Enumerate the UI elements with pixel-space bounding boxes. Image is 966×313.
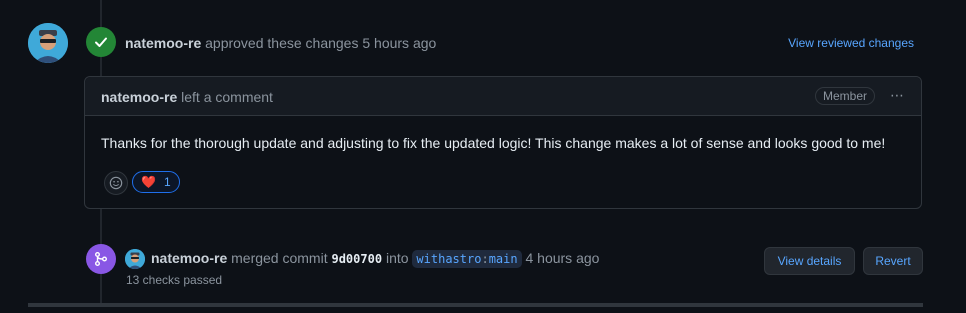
branch-label[interactable]: withastro:main bbox=[412, 250, 522, 268]
merge-time: 4 hours ago bbox=[525, 250, 600, 266]
merge-event: natemoo-re merged commit 9d00700 into wi… bbox=[151, 250, 600, 268]
merged-text: merged commit bbox=[231, 250, 328, 266]
comment-body: Thanks for the thorough update and adjus… bbox=[101, 135, 886, 151]
reaction-count: 1 bbox=[163, 175, 171, 189]
commit-sha-link[interactable]: 9d00700 bbox=[331, 252, 382, 266]
avatar-image bbox=[28, 23, 68, 63]
avatar-image-small bbox=[125, 249, 145, 269]
comment-author-link[interactable]: natemoo-re bbox=[101, 89, 177, 105]
avatar[interactable] bbox=[28, 23, 68, 63]
branch-sep: : bbox=[481, 252, 489, 266]
checks-status[interactable]: 13 checks passed bbox=[126, 273, 222, 287]
heart-reaction-button[interactable]: ❤️ 1 bbox=[132, 171, 180, 193]
heart-icon: ❤️ bbox=[141, 175, 156, 189]
timeline-divider bbox=[28, 303, 923, 307]
review-author-link[interactable]: natemoo-re bbox=[125, 35, 201, 51]
add-reaction-icon[interactable] bbox=[104, 171, 128, 195]
merge-author-avatar[interactable] bbox=[125, 249, 145, 269]
review-event: natemoo-re approved these changes 5 hour… bbox=[125, 35, 436, 51]
comment-action-text: left a comment bbox=[181, 89, 273, 105]
merge-author-link[interactable]: natemoo-re bbox=[151, 250, 227, 266]
into-text: into bbox=[385, 250, 409, 266]
review-action-text: approved these changes 5 hours ago bbox=[205, 35, 437, 51]
branch-owner: withastro bbox=[416, 252, 482, 266]
merged-icon bbox=[86, 244, 116, 274]
view-reviewed-changes-link[interactable]: View reviewed changes bbox=[788, 36, 914, 50]
more-options-icon[interactable]: ⋯ bbox=[890, 87, 905, 104]
view-details-button[interactable]: View details bbox=[764, 247, 855, 275]
branch-name: main bbox=[488, 252, 518, 266]
comment-header-text: natemoo-re left a comment bbox=[101, 89, 273, 105]
approved-check-icon bbox=[86, 27, 116, 57]
comment-header: natemoo-re left a comment Member ⋯ bbox=[85, 77, 921, 116]
review-comment: natemoo-re left a comment Member ⋯ Thank… bbox=[84, 76, 922, 209]
revert-button[interactable]: Revert bbox=[863, 247, 923, 275]
role-badge: Member bbox=[814, 87, 875, 105]
